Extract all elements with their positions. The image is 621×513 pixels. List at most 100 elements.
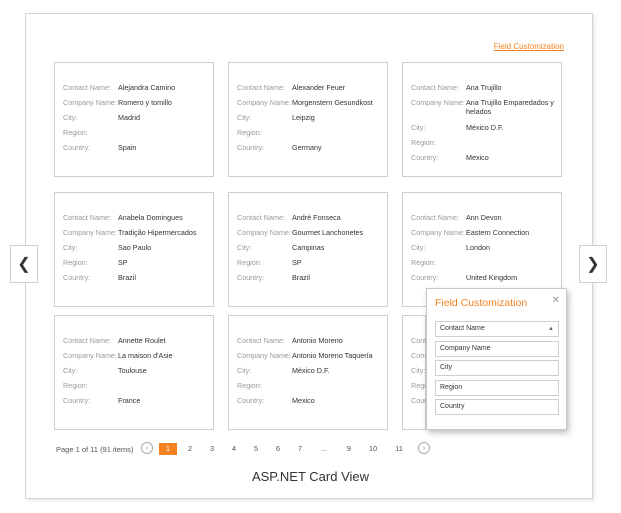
card-label-city: City: xyxy=(237,113,252,122)
card-label-company: Company Name: xyxy=(411,228,465,237)
card-label-contact: Contact Name: xyxy=(237,336,285,345)
card-label-region: Region: xyxy=(63,128,88,137)
customer-card: Contact Name: Anabela Domingues Company Na… xyxy=(54,192,214,307)
card-value-company: Eastern Connection xyxy=(466,228,530,237)
card-value-country: France xyxy=(118,396,141,405)
popup-field-label: Contact Name xyxy=(440,325,485,332)
popup-title: Field Customization xyxy=(435,297,528,309)
card-value-country: Brazil xyxy=(292,273,310,282)
card-label-company: Company Name: xyxy=(63,351,117,360)
card-label-company: Company Name: xyxy=(237,228,291,237)
card-label-region: Region: xyxy=(237,258,262,267)
card-label-region: Region: xyxy=(411,138,436,147)
card-value-contact: Alexander Feuer xyxy=(292,83,346,92)
card-value-company: Tradição Hipermercados xyxy=(118,228,197,237)
pager-page-5[interactable]: 5 xyxy=(247,443,265,455)
card-value-contact: Ana Trujillo xyxy=(466,83,502,92)
card-value-contact: André Fonseca xyxy=(292,213,341,222)
card-value-city: México D.F. xyxy=(292,366,330,375)
card-label-country: Country: xyxy=(411,273,439,282)
customer-card: Contact Name: Alejandra Camino Company Nam… xyxy=(54,62,214,177)
card-value-city: Sao Paulo xyxy=(118,243,152,252)
card-value-company: Gourmet Lanchonetes xyxy=(292,228,364,237)
popup-field-company-name[interactable]: Company Name xyxy=(435,340,559,357)
card-label-region: Region: xyxy=(63,258,88,267)
card-label-contact: Contact Name: xyxy=(237,83,285,92)
card-label-company: Company Name: xyxy=(237,98,291,107)
pager-prev-button[interactable]: ‹ xyxy=(141,442,153,454)
field-customization-link[interactable]: Field Customization xyxy=(494,42,564,51)
popup-field-label: Region xyxy=(440,383,463,391)
popup-field-region[interactable]: Region xyxy=(435,379,559,396)
card-label-company: Company Name: xyxy=(237,351,291,360)
card-value-region: SP xyxy=(118,258,128,267)
customer-card: Contact Name: André Fonseca Company Name: G… xyxy=(228,192,388,307)
pager-page-10[interactable]: 10 xyxy=(364,443,382,455)
card-value-contact: Annette Roulet xyxy=(118,336,166,345)
pager-page-3[interactable]: 3 xyxy=(203,443,221,455)
card-label-country: Country: xyxy=(63,143,91,152)
card-label-city: City: xyxy=(63,243,78,252)
pager-ellipsis: ... xyxy=(320,444,328,453)
card-value-city: Campinas xyxy=(292,243,325,252)
card-label-city: City: xyxy=(63,366,78,375)
pager-page-6[interactable]: 6 xyxy=(269,443,287,455)
card-label-region: Region: xyxy=(63,381,88,390)
card-value-company: La maison d'Asie xyxy=(118,351,173,360)
card-value-city: Leipzig xyxy=(292,113,315,122)
card-value-country: United Kingdom xyxy=(466,273,518,282)
chevron-right-icon: › xyxy=(422,444,426,452)
card-label-city: City: xyxy=(237,366,252,375)
close-icon[interactable]: ✕ xyxy=(552,295,560,306)
page-caption: ASP.NET Card View xyxy=(251,469,370,484)
chevron-right-icon: ❯ xyxy=(586,256,600,273)
pager-page-2[interactable]: 2 xyxy=(181,443,199,455)
card-value-country: Spain xyxy=(118,143,137,152)
card-value-region: SP xyxy=(292,258,302,267)
card-label-contact: Contact Name: xyxy=(63,83,111,92)
card-value-company: Antonio Moreno Taquería xyxy=(292,351,373,360)
card-label-region: Region: xyxy=(411,258,436,267)
field-customization-popup: Field Customization ✕ Contact Name ▲ Compa… xyxy=(426,288,567,430)
customer-card: Contact Name: Alexander Feuer Company Name… xyxy=(228,62,388,177)
popup-field-city[interactable]: City xyxy=(435,360,559,376)
card-label-company: Company Name: xyxy=(63,228,117,237)
card-label-company: Company Name: xyxy=(63,98,117,107)
card-label-city: City: xyxy=(411,123,426,132)
pager-next-button[interactable]: › xyxy=(418,442,430,454)
caret-up-icon: ▲ xyxy=(548,326,554,332)
card-value-contact: Alejandra Camino xyxy=(118,83,176,92)
pager-page-9[interactable]: 9 xyxy=(340,443,358,455)
card-value-city: Madrid xyxy=(118,113,140,122)
card-value-country: Mexico xyxy=(292,396,315,405)
card-value-city: México D.F. xyxy=(466,123,504,132)
pager-page-7[interactable]: 7 xyxy=(291,443,309,455)
card-label-contact: Contact Name: xyxy=(411,83,459,92)
pager-page-4[interactable]: 4 xyxy=(225,443,243,455)
customer-card: Conta Comp City: Regio Coun xyxy=(402,315,430,430)
chevron-left-icon: ‹ xyxy=(145,444,149,452)
card-label-country: Country: xyxy=(63,396,91,405)
card-value-city: Toulouse xyxy=(118,366,147,375)
pager-page-1[interactable]: 1 xyxy=(159,443,177,455)
card-value-company: Morgenstern Gesundkost xyxy=(292,98,373,107)
popup-field-contact-name[interactable]: Contact Name ▲ xyxy=(435,321,559,337)
pager-page-11[interactable]: 11 xyxy=(390,443,408,455)
popup-field-country[interactable]: Country xyxy=(435,399,559,415)
card-label-city: City: xyxy=(411,243,426,252)
card-label-region: Region: xyxy=(237,381,262,390)
pager-summary: Page 1 of 11 (91 items) xyxy=(56,445,134,454)
next-page-button[interactable]: ❯ xyxy=(579,245,607,283)
card-value-city: London xyxy=(466,243,490,252)
card-label-city: City: xyxy=(237,243,252,252)
card-value-contact: Antonio Moreno xyxy=(292,336,343,345)
customer-card: Contact Name: Ana Trujillo Company Name: An… xyxy=(402,62,562,177)
card-value-country: Mexico xyxy=(466,153,489,162)
chevron-left-icon: ❮ xyxy=(17,256,31,273)
customer-card: Contact Name: Annette Roulet Company Name:… xyxy=(54,315,214,430)
prev-page-button[interactable]: ❮ xyxy=(10,245,38,283)
card-value-company: Romero y tomillo xyxy=(118,98,172,107)
card-label-region: Region: xyxy=(237,128,262,137)
card-value-contact: Ann Devon xyxy=(466,213,502,222)
popup-field-label: City xyxy=(440,364,453,371)
